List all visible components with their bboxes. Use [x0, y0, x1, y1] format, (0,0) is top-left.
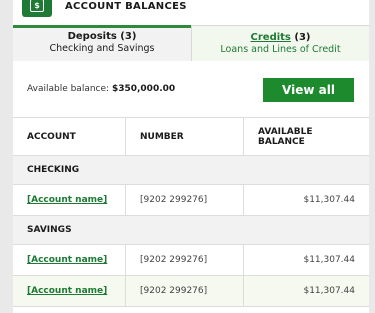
available-balance: Available balance: $350,000.00: [27, 84, 175, 94]
account-name-link[interactable]: [Account name]: [27, 195, 107, 205]
account-name-link[interactable]: [Account name]: [27, 286, 107, 296]
tab-credits-count: (3): [294, 32, 311, 43]
available-balance-label: Available balance:: [27, 84, 110, 94]
column-header-number: NUMBER: [125, 118, 243, 155]
dollar-card-icon: $: [22, 0, 52, 17]
page-header: $ ACCOUNT BALANCES: [13, 0, 369, 25]
table-row: [Account name] [9202 299276] $11,307.44: [13, 245, 369, 276]
account-balance: $11,307.44: [243, 276, 369, 306]
account-tabs: Deposits (3) Checking and Savings Credit…: [13, 25, 369, 61]
account-balances-panel: Deposits (3) Checking and Savings Credit…: [13, 25, 369, 313]
tab-deposits-subtitle: Checking and Savings: [49, 43, 155, 54]
account-balance: $11,307.44: [243, 245, 369, 275]
tab-deposits[interactable]: Deposits (3) Checking and Savings: [13, 25, 191, 61]
available-balance-row: Available balance: $350,000.00 View all: [13, 61, 369, 117]
column-header-available-balance: AVAILABLE BALANCE: [243, 118, 369, 155]
table-row: [Account name] [9202 299276] $11,307.44: [13, 276, 369, 307]
tab-credits-link[interactable]: Credits: [251, 32, 291, 43]
available-balance-amount: $350,000.00: [111, 84, 176, 94]
section-checking: CHECKING: [13, 156, 369, 185]
table-row: [Account name] [9202 299276] $11,307.44: [13, 185, 369, 216]
tab-credits-subtitle: Loans and Lines of Credit: [220, 44, 341, 55]
account-number: [9202 299276]: [125, 276, 243, 306]
account-number: [9202 299276]: [125, 245, 243, 275]
column-header-account: ACCOUNT: [27, 131, 76, 142]
accounts-table: ACCOUNT NUMBER AVAILABLE BALANCE CHECKIN…: [13, 117, 369, 307]
page-title: ACCOUNT BALANCES: [65, 1, 187, 12]
section-savings: SAVINGS: [13, 216, 369, 245]
account-number: [9202 299276]: [125, 185, 243, 215]
account-balance: $11,307.44: [243, 185, 369, 215]
view-all-button[interactable]: View all: [263, 78, 354, 102]
tab-deposits-title: Deposits (3): [67, 31, 137, 42]
tab-credits[interactable]: Credits (3) Loans and Lines of Credit: [191, 25, 369, 61]
table-header: ACCOUNT NUMBER AVAILABLE BALANCE: [13, 117, 369, 156]
account-name-link[interactable]: [Account name]: [27, 255, 107, 265]
